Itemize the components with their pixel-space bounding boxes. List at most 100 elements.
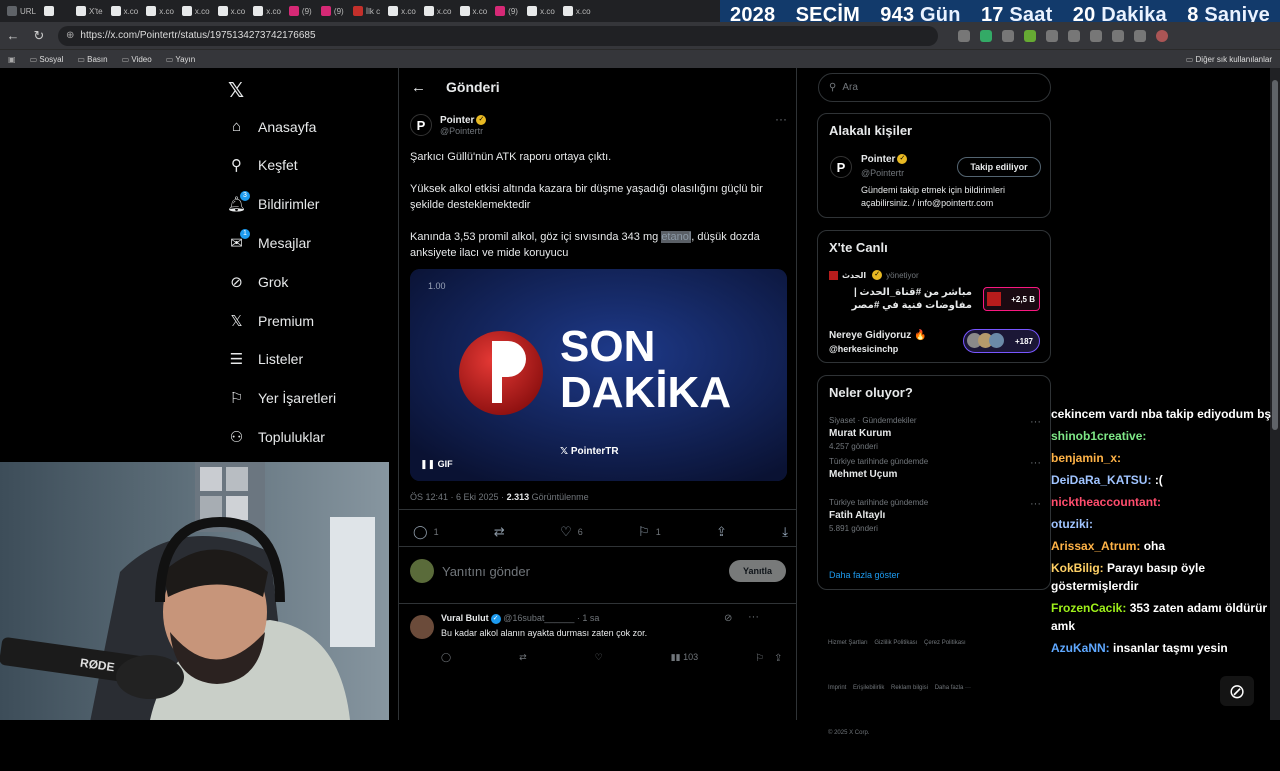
bookmark-folder[interactable]: Yayın — [166, 55, 195, 64]
related-name[interactable]: Pointer — [861, 154, 895, 165]
grok-icon[interactable]: ⊘ — [1220, 676, 1254, 706]
browser-tab[interactable]: URL — [4, 2, 39, 20]
browser-tab[interactable]: (9) — [492, 2, 522, 20]
trend-item[interactable]: Türkiye tarihinde gündemde Mehmet Uçum ··· — [829, 457, 1041, 483]
extension-icon[interactable] — [958, 29, 970, 42]
chat-username[interactable]: nicktheaccountant: — [1051, 495, 1161, 509]
browser-tab[interactable] — [41, 2, 71, 20]
live-listeners[interactable]: +187 — [963, 329, 1040, 353]
nav-item[interactable]: ⊘ Grok — [228, 262, 288, 301]
live-handle[interactable]: @herkesicinchp — [829, 344, 898, 354]
nav-item[interactable]: 🔔︎ 3 Bildirimler — [227, 185, 319, 224]
browser-tab[interactable]: x.co — [143, 2, 177, 20]
more-options-icon[interactable]: ··· — [1030, 457, 1041, 469]
trend-item[interactable]: Siyaset · Gündemdekiler Murat Kurum 4.257 … — [829, 416, 1041, 451]
browser-tab[interactable]: x.co — [215, 2, 249, 20]
heart-icon[interactable]: ♡ — [595, 652, 603, 663]
footer-line[interactable]: Hizmet Şartları Gizlilik Politikası Çere… — [828, 636, 971, 651]
extension-icon[interactable] — [1112, 29, 1124, 42]
browser-tab[interactable]: x.co — [108, 2, 142, 20]
reply-submit-button[interactable]: Yanıtla — [729, 560, 786, 582]
extension-icon[interactable] — [1134, 29, 1146, 42]
grok-icon[interactable]: ⊘ — [724, 613, 732, 624]
reply-icon[interactable]: ◯ — [441, 652, 451, 663]
browser-tab[interactable]: (9) — [318, 2, 348, 20]
live-host[interactable]: الحدث ✓ yönetiyor — [829, 270, 919, 280]
back-arrow-icon[interactable]: ← — [6, 28, 20, 43]
extension-icon[interactable] — [980, 29, 992, 42]
gif-control[interactable]: ❚❚ GIF — [420, 459, 453, 470]
nav-item[interactable]: ✉ 1 Mesajlar — [228, 223, 311, 262]
chat-username[interactable]: otuziki: — [1051, 517, 1093, 531]
post-author[interactable]: P Pointer ✓ @Pointertr — [410, 114, 487, 136]
more-options-icon[interactable]: ··· — [1030, 416, 1041, 428]
share-button[interactable]: ⇪ — [716, 524, 727, 540]
author-name[interactable]: Pointer — [440, 115, 474, 126]
repost-icon[interactable]: ⇄ — [519, 652, 527, 663]
nav-item[interactable]: ⚲ Keşfet — [228, 146, 298, 185]
show-more-link[interactable]: Daha fazla göster — [829, 570, 900, 580]
trend-item[interactable]: Türkiye tarihinde gündemde Fatih Altaylı 5… — [829, 498, 1041, 533]
chat-username[interactable]: Arissax_Atrum: — [1051, 539, 1140, 553]
live-title[interactable]: Nereye Gidiyoruz 🔥 — [829, 330, 926, 341]
live-title[interactable]: مباشر من #قناة_الحدث | مفاوضات فنية في #… — [829, 286, 972, 313]
more-options-icon[interactable]: ··· — [748, 611, 759, 623]
extension-icon[interactable] — [1090, 29, 1102, 42]
reply-post[interactable]: Vural Bulut ✓ @16subat______ · 1 sa Bu ka… — [410, 611, 788, 664]
live-listeners[interactable]: +2,5 B — [983, 287, 1040, 311]
related-handle[interactable]: @Pointertr — [861, 168, 904, 178]
browser-tab[interactable]: x.co — [385, 2, 419, 20]
search-box[interactable]: ⚲ Ara — [818, 73, 1051, 102]
reload-icon[interactable]: ↻ — [32, 28, 46, 43]
chat-username[interactable]: benjamin_x: — [1051, 451, 1121, 465]
nav-item[interactable]: 𝕏 Premium — [228, 301, 314, 340]
chat-username[interactable]: AzuKaNN: — [1051, 641, 1110, 655]
repost-button[interactable]: ⇄ — [494, 524, 505, 540]
other-bookmarks-folder[interactable]: Diğer sık kullanılanlar — [1186, 55, 1272, 64]
extension-icon[interactable] — [1068, 29, 1080, 42]
related-avatar[interactable]: P — [830, 156, 852, 178]
site-info-icon[interactable]: ⊕ — [66, 30, 74, 41]
chat-username[interactable]: FrozenCacik: — [1051, 601, 1126, 615]
more-options-icon[interactable]: ··· — [1030, 498, 1041, 510]
like-button[interactable]: ♡ 6 — [560, 524, 583, 540]
nav-item[interactable]: ⌂ Anasayfa — [228, 107, 316, 146]
reply-author-avatar[interactable] — [410, 615, 434, 639]
url-bar[interactable]: ⊕ https://x.com/Pointertr/status/1975134… — [58, 25, 938, 46]
reply-author-name[interactable]: Vural Bulut — [441, 613, 489, 623]
download-button[interactable]: ⤓ — [782, 524, 788, 540]
chat-username[interactable]: DeiDaRa_KATSU: — [1051, 473, 1151, 487]
sidebar-toggle-icon[interactable]: ▣ — [8, 55, 16, 64]
bookmark-folder[interactable]: Basın — [77, 55, 107, 64]
share-icon[interactable]: ⇪ — [774, 653, 782, 664]
profile-avatar-icon[interactable] — [1156, 29, 1168, 42]
author-handle[interactable]: @Pointertr — [440, 126, 486, 136]
browser-tab[interactable]: x.co — [179, 2, 213, 20]
browser-tab[interactable]: X'te — [73, 2, 106, 20]
browser-tab[interactable]: x.co — [524, 2, 558, 20]
bookmark-folder[interactable]: Video — [122, 55, 151, 64]
views-button[interactable]: ▮▮ 103 — [671, 652, 698, 663]
browser-tab[interactable]: x.co — [421, 2, 455, 20]
browser-tab[interactable]: x.co — [560, 2, 594, 20]
post-media-gif[interactable]: 1.00 SON DAKİKA 𝕏 PointerTR ❚❚ GIF — [410, 269, 787, 481]
reply-input[interactable]: Yanıtını gönder — [442, 564, 530, 579]
scrollbar-thumb[interactable] — [1272, 80, 1278, 430]
reply-author-handle[interactable]: @16subat______ · 1 sa — [503, 613, 599, 623]
browser-tab[interactable]: İlk c — [350, 2, 383, 20]
post-time[interactable]: ÖS 12:41 · 6 Eki 2025 · — [410, 492, 507, 502]
pause-icon[interactable]: ❚❚ — [420, 459, 438, 469]
bookmark-button[interactable]: ⚐ 1 — [638, 524, 661, 540]
chat-username[interactable]: shinob1creative: — [1051, 429, 1146, 443]
browser-tab[interactable]: x.co — [250, 2, 284, 20]
author-avatar[interactable]: P — [410, 114, 432, 136]
browser-tab[interactable]: (9) — [286, 2, 316, 20]
footer-line[interactable]: Imprint Erişilebilirlik Reklam bilgisi D… — [828, 681, 971, 696]
x-logo-icon[interactable]: 𝕏 — [228, 78, 244, 103]
nav-item[interactable]: ⚇ Topluluklar — [228, 417, 325, 456]
extension-icon[interactable] — [1046, 29, 1058, 42]
bookmark-folder[interactable]: Sosyal — [30, 55, 63, 64]
extension-icon[interactable] — [1024, 29, 1036, 42]
bookmark-icon[interactable]: ⚐ — [755, 653, 764, 664]
extension-icon[interactable] — [1002, 29, 1014, 42]
